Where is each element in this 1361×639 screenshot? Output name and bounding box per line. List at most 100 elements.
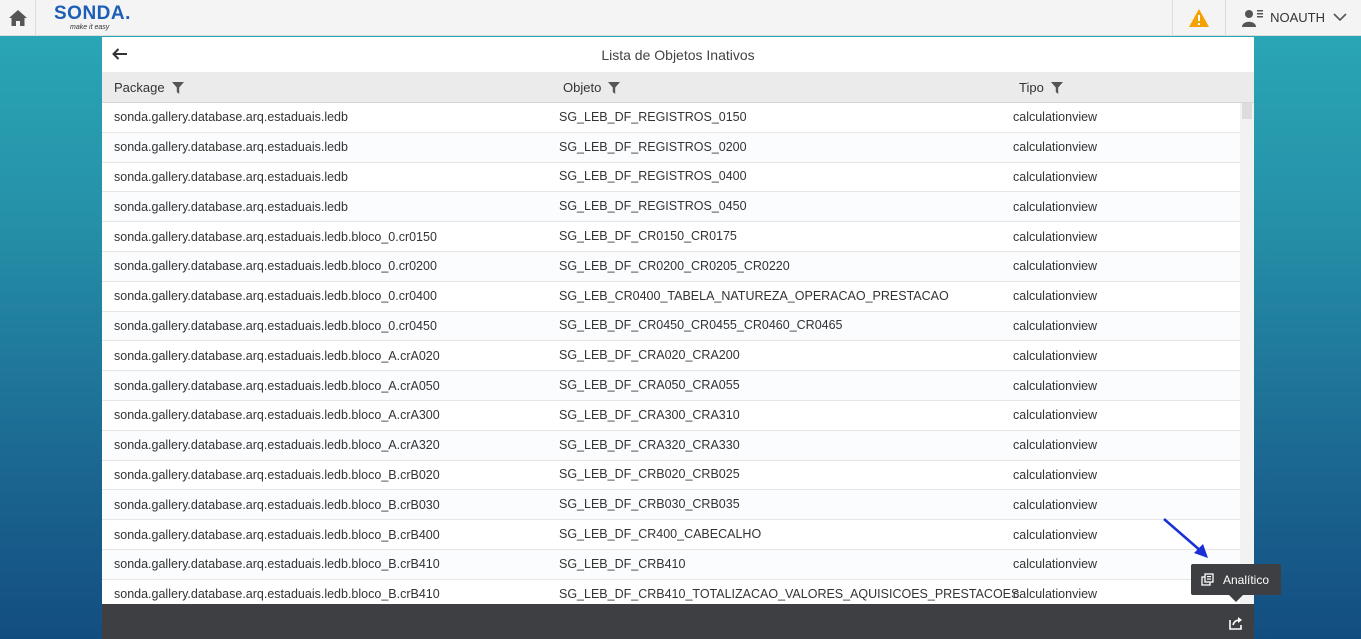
arrow-left-icon <box>112 48 127 60</box>
table-row[interactable]: sonda.gallery.database.arq.estaduais.led… <box>102 371 1240 401</box>
cell-package: sonda.gallery.database.arq.estaduais.led… <box>114 527 440 542</box>
cell-tipo: calculationview <box>1013 259 1098 274</box>
table-row[interactable]: sonda.gallery.database.arq.estaduais.led… <box>102 341 1240 372</box>
cell-objeto: SG_LEB_DF_CRB410 <box>559 556 686 571</box>
cell-tipo: calculationview <box>1013 438 1098 453</box>
tooltip-label: Analítico <box>1223 572 1270 587</box>
panel-header: Lista de Objetos Inativos <box>102 37 1254 72</box>
cell-package: sonda.gallery.database.arq.estaduais.led… <box>114 497 440 512</box>
cell-tipo: calculationview <box>1013 378 1098 393</box>
cell-package: sonda.gallery.database.arq.estaduais.led… <box>114 467 440 482</box>
cell-package: sonda.gallery.database.arq.estaduais.led… <box>114 557 440 572</box>
filter-icon <box>171 81 184 94</box>
sonda-logo: SONDA. make it easy <box>54 4 131 31</box>
topbar-right: NOAUTH <box>1172 0 1361 36</box>
cell-objeto: SG_LEB_DF_CRB020_CRB025 <box>559 467 740 482</box>
share-button[interactable] <box>1228 615 1244 631</box>
table-row[interactable]: sonda.gallery.database.arq.estaduais.led… <box>102 579 1240 604</box>
table-row[interactable]: sonda.gallery.database.arq.estaduais.led… <box>102 222 1240 252</box>
panel-footer <box>102 604 1254 639</box>
cell-tipo: calculationview <box>1013 289 1098 304</box>
cell-objeto: SG_LEB_DF_CRA050_CRA055 <box>559 378 740 393</box>
cell-tipo: calculationview <box>1013 110 1098 125</box>
user-menu-icon <box>1242 9 1264 27</box>
table-row[interactable]: sonda.gallery.database.arq.estaduais.led… <box>102 490 1240 521</box>
warning-icon <box>1189 8 1210 27</box>
cell-tipo: calculationview <box>1013 140 1098 155</box>
cell-package: sonda.gallery.database.arq.estaduais.led… <box>114 348 440 363</box>
table-row[interactable]: sonda.gallery.database.arq.estaduais.led… <box>102 430 1240 461</box>
cell-objeto: SG_LEB_DF_REGISTROS_0400 <box>559 169 747 184</box>
cell-objeto: SG_LEB_DF_CR400_CABECALHO <box>559 527 762 542</box>
table-row[interactable]: sonda.gallery.database.arq.estaduais.led… <box>102 192 1240 223</box>
cell-objeto: SG_LEB_DF_CR0450_CR0455_CR0460_CR0465 <box>559 318 843 333</box>
cell-package: sonda.gallery.database.arq.estaduais.led… <box>114 199 348 214</box>
table-row[interactable]: sonda.gallery.database.arq.estaduais.led… <box>102 549 1240 580</box>
table-row[interactable]: sonda.gallery.database.arq.estaduais.led… <box>102 162 1240 193</box>
cell-objeto: SG_LEB_DF_CRA320_CRA330 <box>559 437 740 452</box>
cell-objeto: SG_LEB_DF_CRA300_CRA310 <box>559 407 740 422</box>
table-row[interactable]: sonda.gallery.database.arq.estaduais.led… <box>102 251 1240 282</box>
logo-text: SONDA. <box>54 3 131 24</box>
warning-button[interactable] <box>1172 0 1227 36</box>
cell-tipo: calculationview <box>1013 467 1098 482</box>
table-row[interactable]: sonda.gallery.database.arq.estaduais.led… <box>102 103 1240 133</box>
column-header-label: Objeto <box>563 80 602 95</box>
cell-objeto: SG_LEB_DF_REGISTROS_0450 <box>559 199 747 214</box>
cell-tipo: calculationview <box>1013 587 1098 602</box>
cell-tipo: calculationview <box>1013 497 1098 512</box>
cell-tipo: calculationview <box>1013 318 1098 333</box>
table-row[interactable]: sonda.gallery.database.arq.estaduais.led… <box>102 281 1240 312</box>
table-scrollbar[interactable] <box>1240 103 1254 604</box>
table-row[interactable]: sonda.gallery.database.arq.estaduais.led… <box>102 132 1240 163</box>
column-header-package[interactable]: Package <box>114 72 184 103</box>
table-row[interactable]: sonda.gallery.database.arq.estaduais.led… <box>102 460 1240 491</box>
cell-tipo: calculationview <box>1013 408 1098 423</box>
analytic-icon <box>1201 573 1215 586</box>
tooltip-pointer <box>1229 595 1243 602</box>
column-header-label: Tipo <box>1019 80 1044 95</box>
cell-package: sonda.gallery.database.arq.estaduais.led… <box>114 110 348 125</box>
back-button[interactable] <box>112 45 130 63</box>
table-row[interactable]: sonda.gallery.database.arq.estaduais.led… <box>102 311 1240 342</box>
table-body: sonda.gallery.database.arq.estaduais.led… <box>102 103 1240 604</box>
cell-tipo: calculationview <box>1013 199 1098 214</box>
cell-objeto: SG_LEB_DF_REGISTROS_0200 <box>559 139 747 154</box>
table-row[interactable]: sonda.gallery.database.arq.estaduais.led… <box>102 400 1240 431</box>
filter-objeto-button[interactable] <box>608 81 621 94</box>
home-button[interactable] <box>0 0 36 36</box>
cell-package: sonda.gallery.database.arq.estaduais.led… <box>114 318 437 333</box>
page-title: Lista de Objetos Inativos <box>601 46 755 63</box>
column-header-tipo[interactable]: Tipo <box>1019 72 1063 103</box>
scrollbar-thumb[interactable] <box>1242 103 1252 119</box>
cell-package: sonda.gallery.database.arq.estaduais.led… <box>114 587 440 602</box>
filter-icon <box>1050 81 1063 94</box>
top-bar: SONDA. make it easy NOAUTH <box>0 0 1361 36</box>
cell-objeto: SG_LEB_DF_REGISTROS_0150 <box>559 109 747 124</box>
analytic-tooltip[interactable]: Analítico <box>1191 564 1281 595</box>
cell-objeto: SG_LEB_DF_CRB410_TOTALIZACAO_VALORES_AQU… <box>559 586 1020 601</box>
cell-tipo: calculationview <box>1013 557 1098 572</box>
table-header: Package Objeto Tipo <box>102 72 1254 103</box>
cell-objeto: SG_LEB_DF_CRB030_CRB035 <box>559 497 740 512</box>
logo-tagline: make it easy <box>70 24 110 31</box>
column-header-objeto[interactable]: Objeto <box>563 72 621 103</box>
column-header-label: Package <box>114 80 165 95</box>
cell-objeto: SG_LEB_DF_CR0150_CR0175 <box>559 229 737 244</box>
filter-package-button[interactable] <box>171 81 184 94</box>
filter-icon <box>608 81 621 94</box>
chevron-down-icon <box>1333 13 1347 22</box>
cell-objeto: SG_LEB_CR0400_TABELA_NATUREZA_OPERACAO_P… <box>559 288 949 303</box>
cell-package: sonda.gallery.database.arq.estaduais.led… <box>114 438 440 453</box>
cell-tipo: calculationview <box>1013 229 1098 244</box>
cell-package: sonda.gallery.database.arq.estaduais.led… <box>114 169 348 184</box>
user-menu-button[interactable]: NOAUTH <box>1226 0 1361 36</box>
user-name: NOAUTH <box>1270 10 1325 25</box>
cell-tipo: calculationview <box>1013 348 1098 363</box>
cell-objeto: SG_LEB_DF_CRA020_CRA200 <box>559 348 740 363</box>
annotation-arrow-icon <box>1163 518 1208 558</box>
table-row[interactable]: sonda.gallery.database.arq.estaduais.led… <box>102 520 1240 550</box>
cell-package: sonda.gallery.database.arq.estaduais.led… <box>114 408 440 423</box>
cell-package: sonda.gallery.database.arq.estaduais.led… <box>114 259 437 274</box>
filter-tipo-button[interactable] <box>1050 81 1063 94</box>
